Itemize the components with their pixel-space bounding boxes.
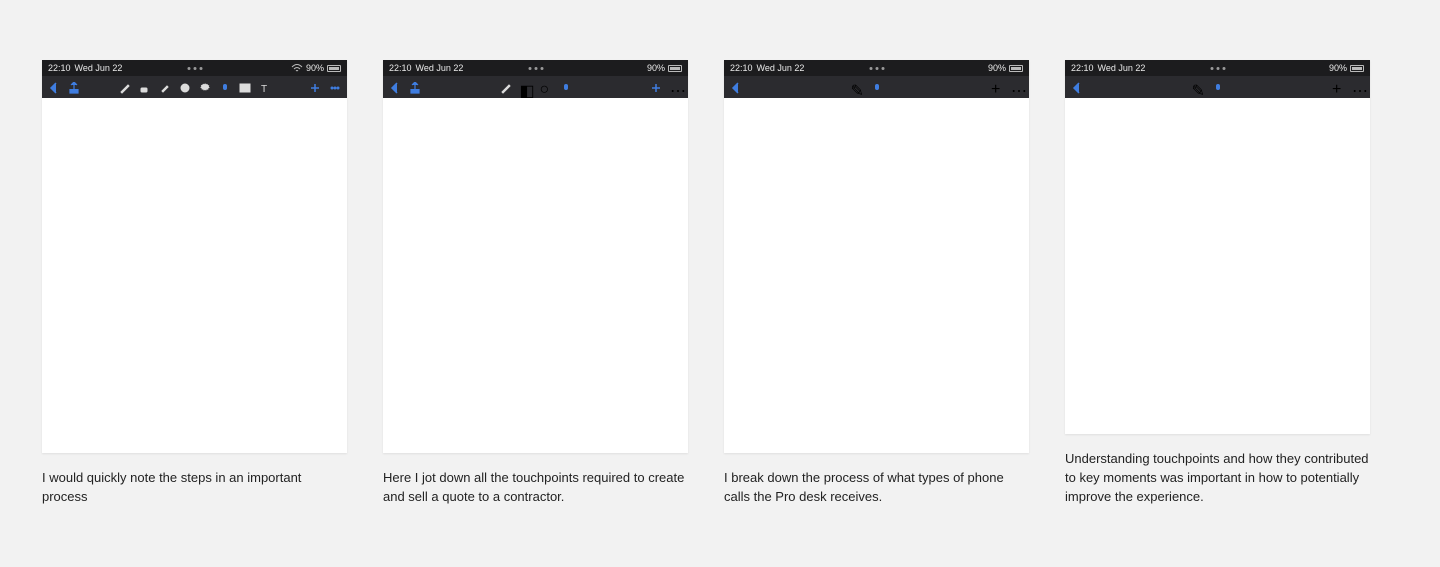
eraser-icon[interactable]: ◧: [520, 81, 532, 93]
status-time: 22:10: [48, 63, 71, 73]
mic-icon[interactable]: [560, 81, 572, 93]
research-panel-2: 22:10Wed Jun 22 90% ◧○ ⋯ Getting a Quote…: [383, 60, 688, 507]
back-icon[interactable]: [1071, 81, 1083, 93]
text-icon[interactable]: T: [259, 81, 271, 93]
image-icon[interactable]: [239, 81, 251, 93]
pen-icon[interactable]: [500, 81, 512, 93]
caption-1: I would quickly note the steps in an imp…: [42, 469, 347, 507]
battery-icon: [327, 65, 341, 72]
share-icon[interactable]: [409, 81, 421, 93]
ipad-status-bar: 22:10Wed Jun 22 90%: [1065, 60, 1370, 76]
lasso-icon[interactable]: [199, 81, 211, 93]
more-icon[interactable]: [329, 81, 341, 93]
back-icon[interactable]: [389, 81, 401, 93]
caption-4: Understanding touchpoints and how they c…: [1065, 450, 1370, 507]
add-icon[interactable]: [650, 81, 662, 93]
pen-icon[interactable]: ✎: [1192, 81, 1204, 93]
research-panel-4: 22:10Wed Jun 22 90% ✎ +⋯ 2 Need a quote …: [1065, 60, 1370, 507]
shape-icon[interactable]: ○: [540, 81, 552, 93]
ipad-status-bar: 22:10 Wed Jun 22 90%: [42, 60, 347, 76]
add-icon[interactable]: [309, 81, 321, 93]
add-icon[interactable]: +: [1332, 81, 1344, 93]
research-panel-3: 22:10Wed Jun 22 90% ✎ +⋯ 2 Need a quote …: [724, 60, 1029, 507]
more-icon[interactable]: ⋯: [1011, 81, 1023, 93]
eraser-icon[interactable]: [139, 81, 151, 93]
svg-text:T: T: [261, 84, 267, 94]
wifi-icon: [291, 64, 303, 73]
ipad-screenshot-2: 22:10Wed Jun 22 90% ◧○ ⋯ Getting a Quote…: [383, 60, 688, 453]
ipad-screenshot-4: 22:10Wed Jun 22 90% ✎ +⋯ 2 Need a quote …: [1065, 60, 1370, 434]
goodnotes-toolbar: T: [42, 76, 347, 98]
pen-icon[interactable]: ✎: [851, 81, 863, 93]
research-panel-1: 22:10 Wed Jun 22 90%: [42, 60, 347, 507]
ipad-screenshot-1: 22:10 Wed Jun 22 90%: [42, 60, 347, 453]
battery-pct: 90%: [306, 63, 324, 73]
caption-3: I break down the process of what types o…: [724, 469, 1029, 507]
ipad-status-bar: 22:10Wed Jun 22 90%: [383, 60, 688, 76]
goodnotes-toolbar: ◧ ○ ⋯: [383, 76, 688, 98]
highlighter-icon[interactable]: [159, 81, 171, 93]
goodnotes-toolbar: ✎ + ⋯: [724, 76, 1029, 98]
ipad-screenshot-3: 22:10Wed Jun 22 90% ✎ +⋯ 2 Need a quote …: [724, 60, 1029, 453]
pen-icon[interactable]: [119, 81, 131, 93]
more-icon[interactable]: ⋯: [670, 81, 682, 93]
goodnotes-toolbar: ✎ + ⋯: [1065, 76, 1370, 98]
back-icon[interactable]: [730, 81, 742, 93]
ipad-status-bar: 22:10Wed Jun 22 90%: [724, 60, 1029, 76]
add-icon[interactable]: +: [991, 81, 1003, 93]
mic-icon[interactable]: [1212, 81, 1224, 93]
status-date: Wed Jun 22: [75, 63, 123, 73]
more-icon[interactable]: ⋯: [1352, 81, 1364, 93]
share-icon[interactable]: [68, 81, 80, 93]
shape-icon[interactable]: [179, 81, 191, 93]
caption-2: Here I jot down all the touchpoints requ…: [383, 469, 688, 507]
mic-icon[interactable]: [871, 81, 883, 93]
mic-icon[interactable]: [219, 81, 231, 93]
back-icon[interactable]: [48, 81, 60, 93]
